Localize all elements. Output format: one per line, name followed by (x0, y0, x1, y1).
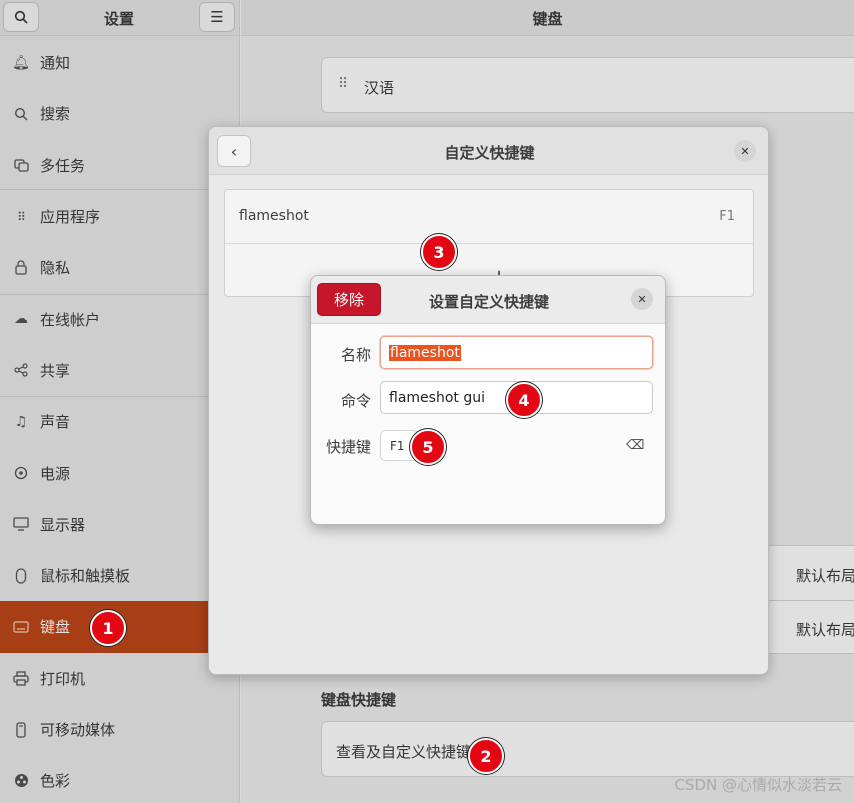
sidebar-header: 设置 ☰ (0, 0, 239, 36)
layout-value: 默认布局 (796, 567, 854, 585)
sidebar-item-sound[interactable]: ♫ 声音 (0, 396, 240, 447)
lock-icon (12, 259, 30, 277)
sidebar-divider (0, 396, 239, 397)
sidebar-item-mouse-touchpad[interactable]: 鼠标和触摸板 (0, 550, 240, 601)
hamburger-menu-button[interactable]: ☰ (199, 2, 235, 32)
sidebar-item-label: 电源 (40, 464, 71, 483)
sidebar-item-label: 键盘 (40, 618, 71, 637)
command-label: 命令 (340, 392, 371, 410)
input-source-label: 汉语 (364, 79, 395, 97)
keyboard-icon (12, 618, 30, 636)
dialog-title: 自定义快捷键 (444, 144, 535, 162)
sidebar: 设置 ☰ 🔔︎ 通知 搜索 多任务 ⠿ 应用程序 隐私 ☁︎ 在线帐户 共享 ♫ 声音 … (0, 0, 240, 803)
sidebar-item-multitasking[interactable]: 多任务 (0, 140, 240, 191)
sidebar-item-displays[interactable]: 显示器 (0, 499, 240, 550)
close-icon: ✕ (637, 292, 647, 306)
power-icon (12, 464, 30, 482)
remove-button[interactable]: 移除 (317, 283, 381, 316)
page-title: 键盘 (532, 10, 563, 28)
sidebar-item-label: 多任务 (40, 156, 86, 175)
drag-handle-icon[interactable]: ⠿ (338, 76, 348, 92)
annotation-badge-5: 5 (410, 429, 446, 465)
shortcut-label: 快捷键 (325, 438, 371, 456)
input-source-row[interactable]: ⠿ 汉语 (321, 57, 854, 113)
sidebar-item-color[interactable]: 色彩 (0, 755, 240, 803)
sidebar-item-applications[interactable]: ⠿ 应用程序 (0, 191, 240, 242)
sidebar-divider (0, 294, 239, 295)
music-note-icon: ♫ (14, 413, 28, 430)
name-field[interactable]: flameshot (380, 336, 653, 369)
shortcuts-section-title: 键盘快捷键 (321, 691, 397, 709)
sidebar-item-label: 打印机 (40, 669, 86, 688)
dialog-header: 移除 设置自定义快捷键 ✕ (311, 276, 665, 324)
apps-grid-icon: ⠿ (17, 209, 26, 224)
sidebar-item-search[interactable]: 搜索 (0, 88, 240, 139)
search-button[interactable] (3, 2, 39, 32)
shortcut-row[interactable]: flameshot F1 (225, 190, 753, 244)
sidebar-item-label: 共享 (40, 361, 71, 380)
sidebar-item-label: 隐私 (40, 259, 71, 278)
close-button[interactable]: ✕ (631, 288, 653, 310)
sidebar-item-label: 可移动媒体 (40, 721, 116, 739)
layout-value: 默认布局 (796, 621, 854, 639)
view-shortcuts-label: 查看及自定义快捷键 (336, 743, 472, 761)
sidebar-item-privacy[interactable]: 隐私 (0, 242, 240, 293)
removable-media-icon (12, 721, 30, 739)
watermark: CSDN @心情似水淡若云 (674, 776, 842, 794)
search-icon (12, 105, 30, 123)
sidebar-item-power[interactable]: 电源 (0, 447, 240, 498)
sidebar-item-online-accounts[interactable]: ☁︎ 在线帐户 (0, 293, 240, 344)
backspace-icon[interactable]: ⌫ (626, 438, 644, 453)
sidebar-title: 设置 (103, 10, 134, 28)
sidebar-divider (0, 189, 239, 190)
multitask-icon (12, 156, 30, 174)
sidebar-item-label: 通知 (40, 54, 71, 73)
annotation-badge-3: 3 (421, 234, 457, 270)
sidebar-list: 🔔︎ 通知 搜索 多任务 ⠿ 应用程序 隐私 ☁︎ 在线帐户 共享 ♫ 声音 电源 显示… (0, 37, 240, 803)
dialog-header: ‹ 自定义快捷键 ✕ (209, 127, 768, 175)
search-icon (14, 10, 28, 24)
sidebar-item-label: 色彩 (40, 772, 71, 791)
shortcut-name: flameshot (239, 208, 309, 224)
shortcut-key: F1 (719, 209, 735, 224)
shortcut-key-value: F1 (390, 438, 405, 453)
annotation-badge-2: 2 (468, 738, 504, 774)
sidebar-item-label: 应用程序 (40, 208, 101, 227)
annotation-badge-4: 4 (506, 382, 542, 418)
edit-shortcut-dialog: 移除 设置自定义快捷键 ✕ 名称 flameshot 命令 flameshot … (310, 275, 666, 525)
annotation-badge-1: 1 (90, 610, 126, 646)
printer-icon (12, 669, 30, 687)
command-field-value: flameshot gui (389, 389, 485, 406)
bell-icon: 🔔︎ (12, 54, 30, 71)
sidebar-item-notifications[interactable]: 🔔︎ 通知 (0, 37, 240, 88)
name-field-value: flameshot (389, 344, 461, 361)
color-icon (12, 772, 30, 790)
sidebar-item-label: 声音 (40, 413, 71, 432)
close-icon: ✕ (740, 144, 750, 158)
sidebar-item-printers[interactable]: 打印机 (0, 653, 240, 704)
dialog-title: 设置自定义快捷键 (428, 293, 549, 311)
sidebar-item-label: 鼠标和触摸板 (40, 567, 131, 586)
sidebar-item-label: 在线帐户 (40, 310, 101, 329)
display-icon (12, 515, 30, 533)
share-icon (12, 361, 30, 379)
mouse-icon (12, 567, 30, 585)
hamburger-icon: ☰ (210, 8, 224, 26)
sidebar-item-label: 显示器 (40, 515, 86, 534)
view-shortcuts-row[interactable]: 查看及自定义快捷键 (321, 721, 854, 777)
main-header: 键盘 (241, 0, 854, 36)
sidebar-item-sharing[interactable]: 共享 (0, 345, 240, 396)
sidebar-item-label: 搜索 (40, 105, 71, 124)
sidebar-item-removable-media[interactable]: 可移动媒体 (0, 704, 240, 755)
cloud-icon: ☁︎ (14, 311, 28, 328)
name-label: 名称 (340, 346, 371, 364)
close-button[interactable]: ✕ (734, 140, 756, 162)
